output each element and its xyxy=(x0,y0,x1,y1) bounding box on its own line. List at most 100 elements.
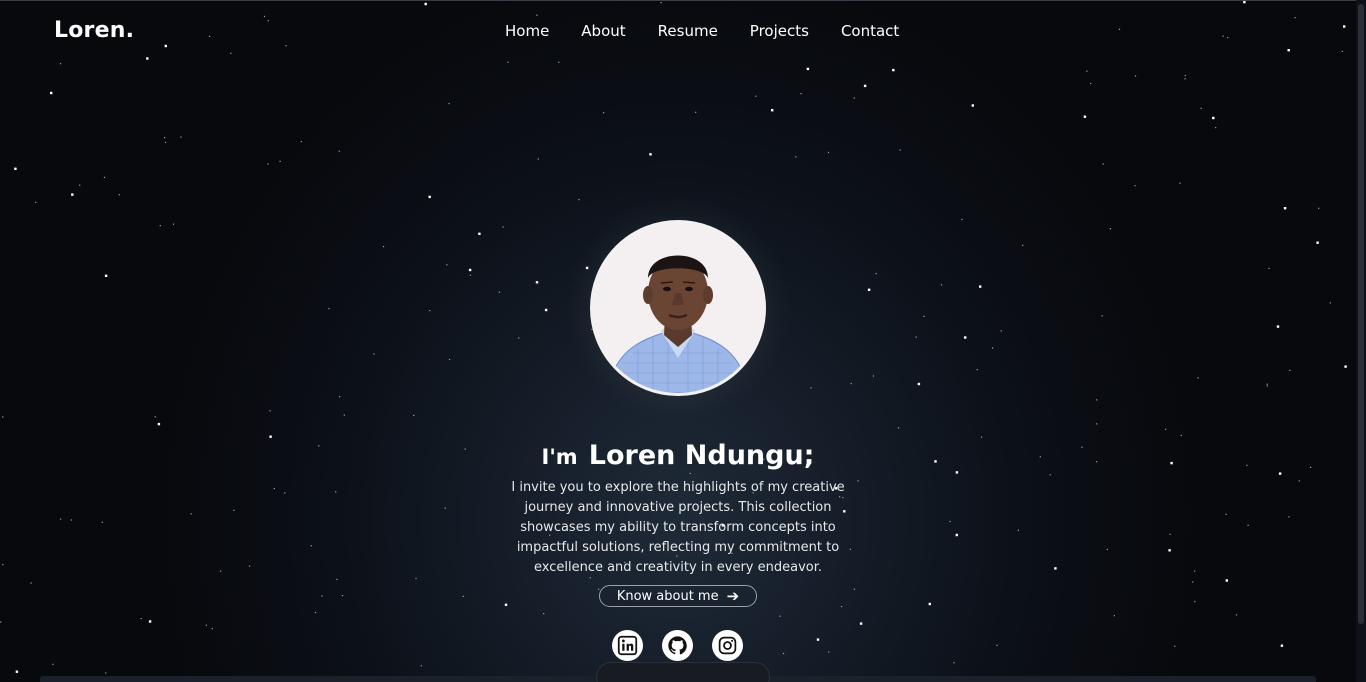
star xyxy=(535,281,539,284)
star xyxy=(917,382,921,386)
star xyxy=(267,163,269,165)
linkedin-icon xyxy=(617,635,638,656)
star xyxy=(101,521,103,523)
star xyxy=(300,141,302,143)
know-about-me-button[interactable]: Know about me ➔ xyxy=(599,585,757,607)
star xyxy=(537,158,539,160)
star xyxy=(578,199,580,201)
star xyxy=(478,232,481,235)
star xyxy=(1225,513,1227,515)
star xyxy=(1287,49,1290,52)
star xyxy=(1000,330,1002,332)
nav-contact-link[interactable]: Contact xyxy=(841,22,899,40)
scrollbar[interactable] xyxy=(1356,0,1366,682)
star xyxy=(660,2,662,4)
star xyxy=(1192,581,1194,583)
star xyxy=(157,422,161,426)
star xyxy=(230,52,232,54)
star xyxy=(827,151,830,153)
star xyxy=(285,45,287,47)
star xyxy=(850,383,852,385)
star xyxy=(424,2,427,6)
star xyxy=(897,427,900,429)
star xyxy=(543,613,545,615)
star xyxy=(1329,302,1331,304)
site-logo[interactable]: Loren. xyxy=(54,18,134,43)
star xyxy=(462,595,464,597)
hero-intro-text: I invite you to explore the highlights o… xyxy=(511,480,845,575)
star xyxy=(211,628,213,630)
star xyxy=(1102,163,1104,165)
star xyxy=(1294,17,1296,19)
star xyxy=(1268,267,1270,269)
star xyxy=(1247,524,1249,526)
star xyxy=(1276,325,1280,328)
star xyxy=(59,63,62,65)
nav-home-link[interactable]: Home xyxy=(505,22,549,40)
linkedin-link[interactable] xyxy=(612,630,643,661)
star xyxy=(828,651,830,653)
star xyxy=(1212,116,1215,120)
star xyxy=(863,84,867,88)
star xyxy=(70,519,72,521)
hero-name: Loren Ndungu; xyxy=(588,440,815,471)
star xyxy=(504,603,508,606)
scrollbar-thumb[interactable] xyxy=(1358,4,1364,624)
star xyxy=(205,624,207,626)
star xyxy=(2,416,4,418)
star xyxy=(875,273,877,275)
star xyxy=(190,513,192,515)
star xyxy=(755,95,757,97)
star xyxy=(853,588,855,590)
star xyxy=(1086,70,1088,72)
star xyxy=(335,491,337,493)
nav-resume-link[interactable]: Resume xyxy=(658,22,718,40)
star xyxy=(996,644,998,646)
star xyxy=(923,315,925,317)
instagram-link[interactable] xyxy=(712,630,743,661)
star xyxy=(1184,78,1186,80)
star xyxy=(118,194,120,196)
star xyxy=(449,358,451,361)
floating-dock[interactable] xyxy=(596,662,770,682)
star xyxy=(859,622,863,625)
star xyxy=(248,565,251,567)
star xyxy=(52,663,54,665)
star xyxy=(598,588,600,590)
star xyxy=(159,225,161,227)
star xyxy=(1101,315,1103,317)
star xyxy=(899,149,901,151)
star xyxy=(915,336,917,338)
star xyxy=(428,195,431,199)
star xyxy=(689,472,691,474)
star xyxy=(79,184,81,186)
window-top-border xyxy=(0,0,1366,1)
star xyxy=(1298,480,1300,482)
star xyxy=(841,606,843,608)
star xyxy=(810,387,812,389)
nav-projects-link[interactable]: Projects xyxy=(750,22,809,40)
main-nav: Home About Resume Projects Contact xyxy=(505,22,899,40)
star xyxy=(1283,207,1287,210)
star xyxy=(284,492,286,494)
star xyxy=(310,545,312,547)
social-links xyxy=(612,630,743,661)
star xyxy=(448,103,450,105)
star xyxy=(1049,474,1051,476)
star xyxy=(50,91,53,95)
github-link[interactable] xyxy=(662,630,693,661)
star xyxy=(1235,614,1238,616)
star xyxy=(1090,82,1092,85)
star xyxy=(1118,28,1121,30)
star xyxy=(420,665,422,667)
star xyxy=(955,533,958,537)
nav-about-link[interactable]: About xyxy=(581,22,625,40)
star xyxy=(413,414,415,416)
star xyxy=(180,136,182,138)
star xyxy=(339,396,341,398)
instagram-icon xyxy=(718,636,737,655)
star xyxy=(209,35,211,37)
star xyxy=(1096,423,1098,425)
star xyxy=(1168,549,1171,552)
star xyxy=(806,67,810,71)
